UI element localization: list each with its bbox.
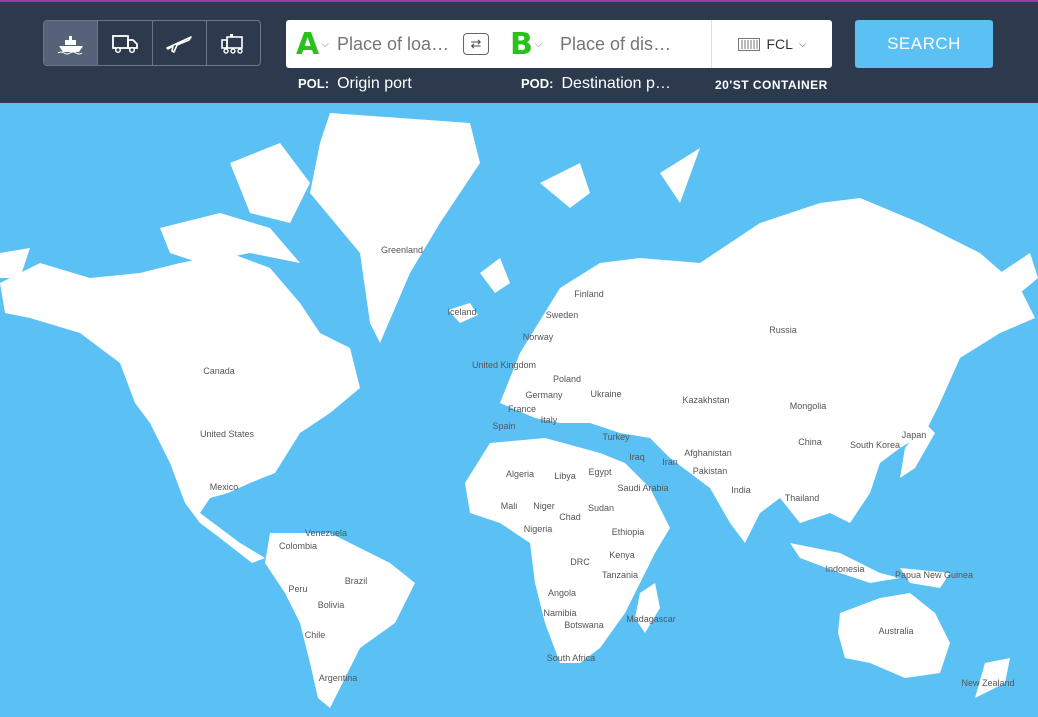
country-label: Sudan — [587, 503, 615, 513]
country-label: South Africa — [546, 653, 596, 663]
plane-icon — [166, 36, 192, 53]
load-type-value: FCL — [766, 36, 793, 52]
country-label: Niger — [533, 501, 555, 511]
world-map[interactable]: Greenland Iceland Finland Sweden Norway Unite… — [0, 103, 1038, 717]
origin-selector[interactable]: A ⌵ — [296, 20, 329, 68]
country-label: Greenland — [380, 245, 424, 255]
route-search-box: A ⌵ ⇄ B ⌵ FCL ⌵ — [286, 20, 832, 68]
pod-label: POD: — [521, 76, 554, 91]
destination-caption-text: Destination p… — [561, 75, 671, 92]
country-label: United States — [199, 429, 255, 439]
truck-mode-button[interactable] — [98, 21, 153, 65]
country-label: New Zealand — [961, 678, 1015, 688]
sea-mode-button[interactable] — [44, 21, 99, 65]
country-label: Namibia — [543, 608, 577, 618]
country-label: Sweden — [545, 310, 579, 320]
origin-caption: POL: Origin port — [298, 75, 412, 93]
origin-letter: A — [296, 26, 320, 62]
country-label: Botswana — [564, 620, 604, 630]
country-label: Peru — [288, 584, 308, 594]
country-label: Iraq — [629, 452, 645, 462]
country-label: DRC — [570, 557, 590, 567]
country-label: Colombia — [278, 541, 318, 551]
country-label: Russia — [769, 325, 797, 335]
country-label: Afghanistan — [684, 448, 732, 458]
country-label: Libya — [554, 471, 576, 481]
country-label: Chad — [559, 512, 581, 522]
country-label: Thailand — [784, 493, 820, 503]
country-label: Germany — [525, 390, 563, 400]
country-label: Argentina — [318, 673, 358, 683]
country-label: Finland — [574, 289, 604, 299]
country-label: Poland — [552, 374, 582, 384]
country-label: Madagascar — [626, 614, 676, 624]
country-label: Brazil — [344, 576, 368, 586]
country-label: Australia — [878, 626, 914, 636]
country-label: United Kingdom — [471, 360, 537, 370]
country-label: Spain — [492, 421, 516, 431]
container-type-label[interactable]: 20'ST CONTAINER — [715, 78, 828, 92]
country-label: Papua New Guinea — [894, 570, 974, 580]
destination-caption: POD: Destination p… — [521, 75, 671, 93]
origin-caption-text: Origin port — [337, 75, 412, 92]
country-label: Ukraine — [590, 389, 622, 399]
country-label: Saudi Arabia — [617, 483, 669, 493]
swap-ports-button[interactable]: ⇄ — [463, 33, 489, 55]
load-type-dropdown[interactable]: FCL ⌵ — [711, 20, 833, 68]
country-label: Canada — [203, 366, 235, 376]
search-button[interactable]: SEARCH — [855, 20, 993, 68]
country-label: China — [798, 437, 822, 447]
destination-selector[interactable]: B ⌵ — [510, 20, 542, 68]
transport-mode-selector — [43, 20, 261, 66]
country-label: Algeria — [505, 469, 535, 479]
country-label: Mali — [500, 501, 518, 511]
country-label: Pakistan — [692, 466, 728, 476]
country-label: Italy — [540, 415, 558, 425]
chevron-down-icon: ⌵ — [321, 38, 329, 50]
country-label: Japan — [901, 430, 927, 440]
chevron-down-icon: ⌵ — [798, 38, 807, 50]
country-label: India — [731, 485, 751, 495]
country-label: Kenya — [609, 550, 635, 560]
country-label: Ethiopia — [611, 527, 645, 537]
country-label: Turkey — [602, 432, 630, 442]
rail-mode-button[interactable] — [207, 21, 260, 65]
country-label: Angola — [547, 588, 577, 598]
country-label: South Korea — [849, 440, 901, 450]
container-icon — [738, 37, 761, 51]
country-label: Mexico — [209, 482, 239, 492]
swap-icon: ⇄ — [470, 36, 482, 51]
country-label: Mongolia — [789, 401, 827, 411]
country-label: Norway — [522, 332, 554, 342]
country-label: Nigeria — [523, 524, 553, 534]
country-label: Kazakhstan — [682, 395, 730, 405]
country-label: Iran — [662, 457, 678, 467]
destination-letter: B — [510, 26, 533, 62]
country-label: Egypt — [588, 467, 612, 477]
top-bar: A ⌵ ⇄ B ⌵ FCL ⌵ SEARCH POL: Origin port P… — [0, 0, 1038, 103]
country-label: Tanzania — [601, 570, 639, 580]
air-mode-button[interactable] — [153, 21, 207, 65]
country-label: Indonesia — [825, 564, 865, 574]
truck-icon — [111, 35, 138, 54]
country-label: Iceland — [447, 307, 477, 317]
ship-icon — [57, 36, 83, 55]
country-label: Chile — [304, 630, 326, 640]
chevron-down-icon: ⌵ — [534, 38, 543, 50]
pol-label: POL: — [298, 76, 330, 91]
country-label: Bolivia — [317, 600, 345, 610]
origin-input[interactable] — [335, 33, 459, 56]
country-label: France — [507, 404, 537, 414]
destination-input[interactable] — [558, 33, 682, 56]
train-icon — [221, 34, 244, 54]
country-label: Venezuela — [304, 528, 348, 538]
